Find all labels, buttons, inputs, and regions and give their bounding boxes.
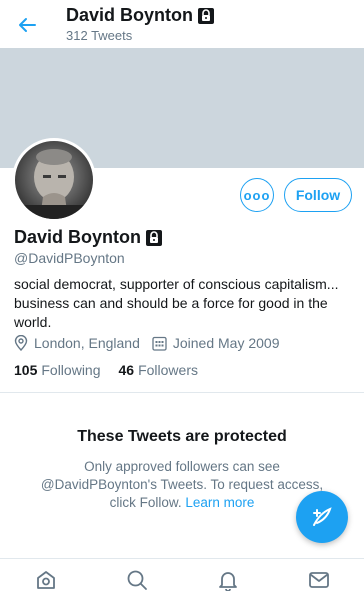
- bell-icon: [218, 571, 237, 591]
- joined-text: Joined May 2009: [172, 335, 280, 351]
- learn-more-link[interactable]: Learn more: [185, 495, 254, 510]
- profile-handle: @DavidPBoynton: [14, 250, 125, 266]
- following-label: Following: [41, 362, 101, 378]
- profile-bio: social democrat, supporter of conscious …: [14, 276, 339, 330]
- profile-meta: London, England Joined May 2009: [14, 335, 286, 351]
- profile-stats: 105 Following 46 Followers: [14, 362, 198, 378]
- header-title-group: David Boynton: [66, 5, 215, 26]
- protected-title: These Tweets are protected: [77, 428, 287, 445]
- tweet-count: 312 Tweets: [66, 28, 133, 43]
- follow-button[interactable]: Follow: [284, 178, 352, 212]
- nav-messages[interactable]: [299, 560, 339, 600]
- more-dots-icon: ooo: [243, 187, 271, 203]
- top-bar: David Boynton 312 Tweets: [0, 0, 364, 48]
- joined-item: Joined May 2009: [152, 335, 280, 351]
- nav-home[interactable]: [26, 560, 66, 600]
- location-text: London, England: [34, 335, 140, 351]
- location-item: London, England: [14, 335, 140, 351]
- lock-icon: [198, 7, 215, 24]
- protected-text: Only approved followers can see @DavidPB…: [40, 459, 324, 510]
- divider: [0, 392, 364, 393]
- search-icon: [127, 570, 147, 590]
- location-pin-icon: [14, 335, 28, 351]
- avatar[interactable]: [12, 138, 96, 222]
- nav-notifications[interactable]: [208, 560, 248, 600]
- followers-link[interactable]: 46 Followers: [119, 362, 198, 378]
- followers-label: Followers: [138, 362, 198, 378]
- profile-name-group: David Boynton: [14, 227, 163, 248]
- lock-icon: [146, 229, 163, 246]
- followers-count: 46: [118, 362, 135, 378]
- avatar-portrait: [15, 149, 93, 219]
- following-link[interactable]: 105 Following: [14, 362, 101, 378]
- home-icon: [36, 570, 55, 589]
- back-arrow-icon: [19, 18, 36, 32]
- bottom-navigation: [0, 558, 364, 600]
- more-options-button[interactable]: ooo: [240, 178, 274, 212]
- back-button[interactable]: [12, 10, 42, 40]
- envelope-icon: [308, 571, 329, 588]
- compose-feather-icon: [313, 507, 332, 526]
- following-count: 105: [14, 362, 38, 378]
- nav-search[interactable]: [117, 560, 157, 600]
- protected-message: Only approved followers can see @DavidPB…: [26, 458, 338, 512]
- header-title: David Boynton: [66, 5, 194, 25]
- calendar-icon: [152, 336, 167, 351]
- profile-name: David Boynton: [14, 227, 142, 247]
- compose-tweet-button[interactable]: [296, 491, 348, 543]
